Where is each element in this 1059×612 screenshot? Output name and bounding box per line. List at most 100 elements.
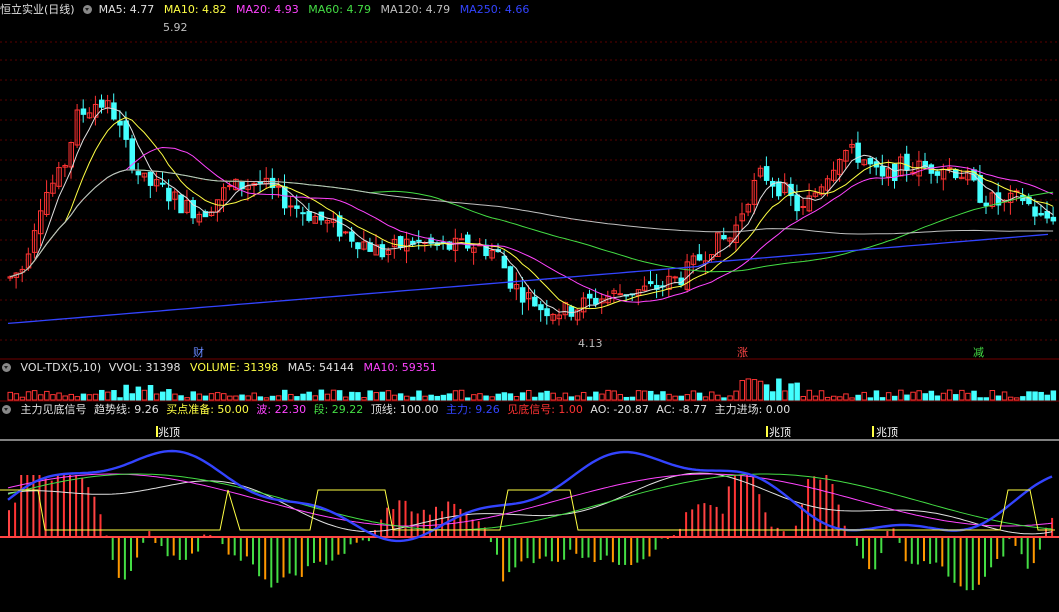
histogram-bar xyxy=(862,537,864,559)
histogram-bar xyxy=(904,537,907,562)
volume-bar xyxy=(635,390,642,401)
volume-bar xyxy=(92,393,99,401)
histogram-bar xyxy=(313,537,315,563)
volume-bar xyxy=(471,394,477,401)
histogram-bar xyxy=(733,475,736,537)
histogram-bar xyxy=(794,525,797,537)
candle-body xyxy=(99,99,105,108)
histogram-bar xyxy=(306,537,309,567)
main-force-line xyxy=(7,449,1053,543)
histogram-bar xyxy=(843,525,846,537)
volume-bar xyxy=(745,378,752,401)
candle-body xyxy=(458,238,465,241)
volume-bar xyxy=(556,397,562,401)
histogram-bar xyxy=(111,537,114,560)
histogram-bar xyxy=(703,503,706,537)
volume-bar xyxy=(196,393,203,401)
volume-bar xyxy=(690,390,697,401)
histogram-bar xyxy=(971,537,974,591)
volume-bar xyxy=(538,392,544,401)
histogram-bar xyxy=(252,537,254,565)
histogram-bar xyxy=(197,537,200,552)
histogram-bar xyxy=(947,537,950,577)
volume-bar xyxy=(873,390,880,401)
volume-bar xyxy=(739,380,745,401)
candle-body xyxy=(1038,212,1044,216)
volume-bar xyxy=(568,396,575,401)
volume-bar xyxy=(306,391,312,401)
candle-body xyxy=(349,231,355,242)
volume-bar xyxy=(50,394,56,401)
histogram-bar xyxy=(416,513,419,537)
volume-bar xyxy=(452,390,459,401)
volume-bar xyxy=(275,395,282,401)
volume-bar xyxy=(1050,390,1057,401)
histogram-bar xyxy=(69,475,71,537)
volume-bar xyxy=(684,394,691,401)
volume-bar xyxy=(483,395,489,401)
volume-bar xyxy=(1044,394,1050,401)
histogram-bar xyxy=(550,537,553,562)
histogram-bar xyxy=(56,475,59,537)
volume-bar xyxy=(221,393,227,401)
candle-body xyxy=(147,171,154,186)
histogram-bar xyxy=(575,537,578,554)
histogram-bar xyxy=(868,537,871,570)
volume-bar xyxy=(855,394,861,401)
candle-body xyxy=(983,202,989,207)
histogram-bar xyxy=(587,537,590,558)
candle-body xyxy=(275,185,282,188)
histogram-bar xyxy=(984,537,986,577)
volume-bar xyxy=(1020,396,1026,401)
volume-bar xyxy=(245,395,251,401)
histogram-bar xyxy=(184,537,187,560)
volume-bar xyxy=(1038,391,1044,401)
volume-bar xyxy=(849,397,855,401)
candle-body xyxy=(776,181,782,197)
volume-bar xyxy=(922,393,928,401)
candle-body xyxy=(672,276,678,279)
histogram-bar xyxy=(642,537,645,560)
histogram-bar xyxy=(532,537,535,564)
histogram-bar xyxy=(965,537,968,591)
histogram-bar xyxy=(1026,537,1029,569)
volume-bar xyxy=(831,395,837,401)
histogram-bar xyxy=(294,537,297,576)
candle-body xyxy=(934,171,941,176)
histogram-bar xyxy=(258,537,261,577)
histogram-bar xyxy=(99,514,102,537)
volume-bar xyxy=(965,392,971,401)
volume-bar xyxy=(1001,391,1008,401)
histogram-bar xyxy=(331,537,334,561)
histogram-bar xyxy=(740,475,742,537)
volume-bar xyxy=(135,386,142,401)
volume-bar xyxy=(898,389,904,401)
candle-body xyxy=(879,165,886,177)
candle-body xyxy=(117,120,123,126)
histogram-bar xyxy=(557,537,559,562)
histogram-bar xyxy=(81,478,84,537)
top-signal-bar xyxy=(156,426,158,437)
volume-bar xyxy=(940,392,947,401)
candle-body xyxy=(111,102,117,120)
volume-bar xyxy=(56,392,62,401)
histogram-bar xyxy=(538,537,541,559)
histogram-bar xyxy=(520,537,523,562)
volume-bar xyxy=(660,391,666,401)
volume-bar xyxy=(794,382,800,401)
volume-bar xyxy=(141,389,148,401)
volume-bar xyxy=(355,392,361,401)
candle-body xyxy=(306,211,312,221)
candle-body xyxy=(1044,211,1050,219)
histogram-bar xyxy=(526,537,529,559)
histogram-bar xyxy=(1002,537,1005,557)
histogram-bar xyxy=(270,537,273,588)
volume-bar xyxy=(806,389,813,401)
candle-body xyxy=(867,158,874,165)
volume-bar xyxy=(678,395,684,401)
volume-bar xyxy=(599,393,605,401)
histogram-bar xyxy=(398,500,401,537)
histogram-bar xyxy=(697,504,700,537)
volume-bar xyxy=(465,397,471,401)
candle-body xyxy=(532,296,538,307)
